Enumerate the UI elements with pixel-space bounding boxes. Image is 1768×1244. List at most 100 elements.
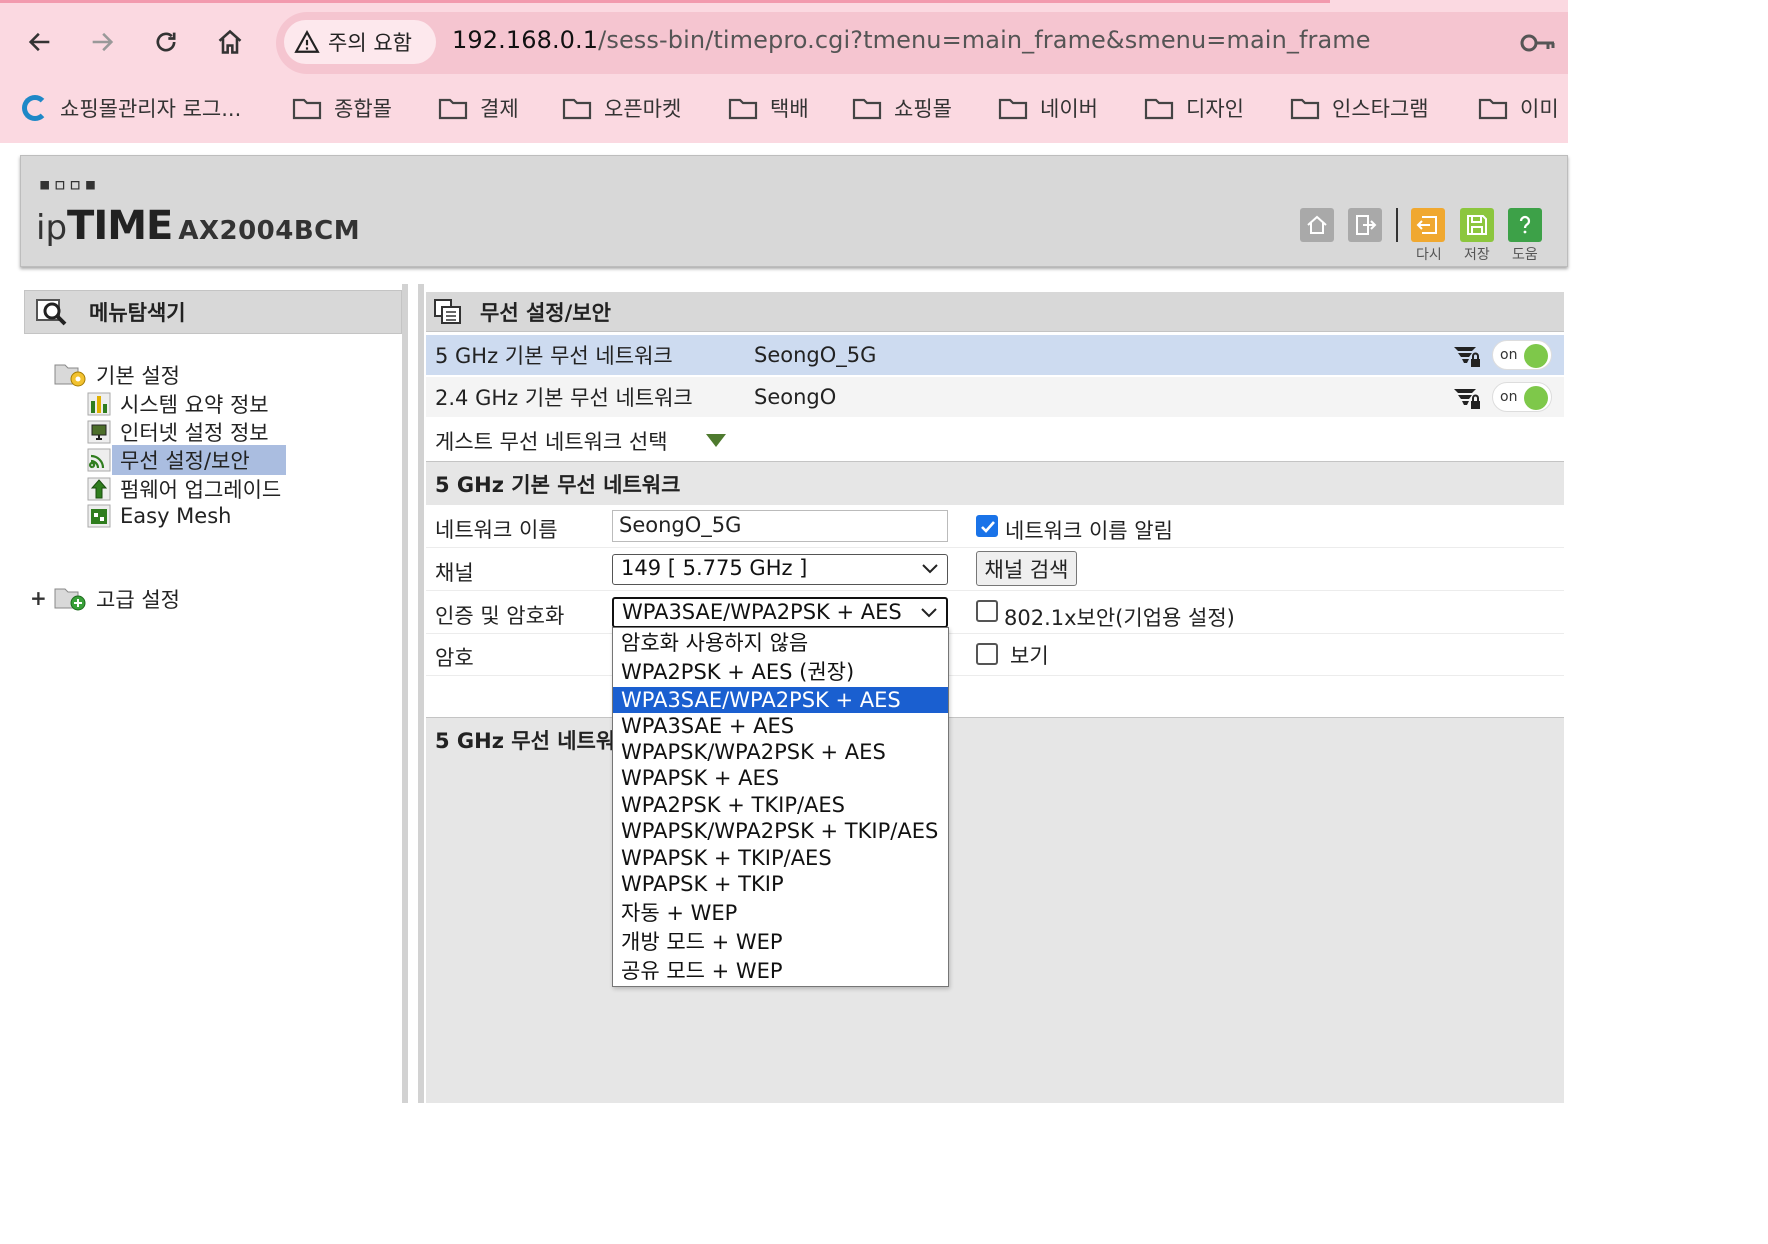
tree-label: 펌웨어 업그레이드 — [120, 478, 282, 502]
tree-label: Easy Mesh — [120, 504, 232, 528]
bookmark-folder[interactable]: 택배 — [728, 86, 809, 130]
bookmark-item[interactable]: 쇼핑몰관리자 로그... — [22, 86, 241, 130]
back-button[interactable] — [16, 18, 64, 66]
menu-title: 메뉴탐색기 — [89, 301, 186, 325]
network-ssid: SeongO — [754, 385, 837, 409]
home-nav-button[interactable] — [1300, 208, 1334, 242]
reload-config-button[interactable] — [1411, 208, 1445, 242]
folder-icon — [998, 98, 1028, 120]
tree-item-system-summary[interactable]: 시스템 요약 정보 — [86, 389, 269, 419]
auth-select[interactable]: WPA3SAE/WPA2PSK + AES — [612, 597, 948, 628]
expand-plus-icon[interactable]: + — [30, 586, 47, 610]
reload-icon — [156, 32, 176, 52]
auth-option[interactable]: WPA2PSK + AES (권장) — [613, 659, 948, 685]
password-label: 암호 — [435, 646, 474, 670]
bookmark-label: 택배 — [770, 97, 809, 121]
folder-plus-icon — [54, 588, 86, 611]
guest-label: 게스트 무선 네트워크 선택 — [435, 430, 668, 454]
auth-option[interactable]: WPAPSK + TKIP — [613, 871, 948, 897]
forward-button[interactable] — [78, 18, 126, 66]
bookmark-label: 오픈마켓 — [604, 97, 682, 121]
network-row-24ghz[interactable]: 2.4 GHz 기본 무선 네트워크 SeongO on — [426, 377, 1564, 417]
header-separator — [1396, 208, 1398, 242]
wifi-icon — [87, 448, 111, 472]
auth-option[interactable]: 공유 모드 + WEP — [613, 958, 948, 984]
tree-basic-settings[interactable]: 기본 설정 — [54, 360, 180, 390]
auth-option[interactable]: 자동 + WEP — [613, 900, 948, 926]
bookmark-folder[interactable]: 인스타그램 — [1290, 86, 1429, 130]
tree-item-easy-mesh[interactable]: Easy Mesh — [86, 503, 231, 529]
auth-option[interactable]: WPAPSK + TKIP/AES — [613, 845, 948, 871]
section-header-5ghz: 5 GHz 기본 무선 네트워크 — [426, 461, 1564, 505]
tree-item-wireless-security[interactable]: 무선 설정/보안 — [86, 445, 286, 475]
enterprise-checkbox[interactable] — [976, 600, 998, 622]
auth-option[interactable]: WPAPSK/WPA2PSK + AES — [613, 739, 948, 765]
logout-button[interactable] — [1348, 208, 1382, 242]
auth-option[interactable]: WPA3SAE + AES — [613, 713, 948, 739]
bookmark-label: 디자인 — [1186, 97, 1244, 121]
auth-option[interactable]: WPAPSK/WPA2PSK + TKIP/AES — [613, 818, 948, 844]
reload-button[interactable] — [142, 18, 190, 66]
auth-option[interactable]: WPA2PSK + TKIP/AES — [613, 792, 948, 818]
folder-icon — [852, 98, 882, 120]
auth-option[interactable]: 암호화 사용하지 않음 — [613, 630, 948, 656]
help-button[interactable] — [1508, 208, 1542, 242]
channel-value: 149 [ 5.775 GHz ] — [621, 556, 808, 580]
bookmark-folder[interactable]: 종합몰 — [292, 86, 392, 130]
bookmark-label: 쇼핑몰 — [894, 97, 952, 121]
network-name-input[interactable]: SeongO_5G — [612, 510, 948, 542]
auth-dropdown-list[interactable]: 암호화 사용하지 않음 WPA2PSK + AES (권장) WPA3SAE/W… — [612, 627, 949, 987]
network-row-5ghz[interactable]: 5 GHz 기본 무선 네트워크 SeongO_5G on — [426, 335, 1564, 375]
triangle-down-icon — [706, 434, 726, 447]
content-filler — [426, 760, 1564, 1103]
floppy-icon — [1467, 215, 1487, 235]
home-icon — [218, 29, 242, 54]
monitor-icon — [87, 420, 111, 444]
brand-dots: ▪▫▫▪ — [38, 172, 99, 197]
network-name: 5 GHz 기본 무선 네트워크 — [435, 344, 673, 368]
broadcast-checkbox[interactable] — [976, 515, 998, 537]
folder-settings-icon — [54, 364, 86, 387]
channel-scan-button[interactable]: 채널 검색 — [976, 551, 1077, 586]
bar-chart-icon — [87, 392, 111, 416]
router-model: AX2004BCM — [178, 216, 361, 246]
checkmark-icon — [981, 521, 995, 533]
auth-option-selected[interactable]: WPA3SAE/WPA2PSK + AES — [613, 687, 948, 713]
bookmark-folder[interactable]: 결제 — [438, 86, 519, 130]
network-toggle[interactable]: on — [1492, 382, 1552, 412]
auth-option[interactable]: WPAPSK + AES — [613, 765, 948, 791]
key-icon[interactable] — [1518, 28, 1558, 58]
security-warning-chip[interactable]: 주의 요함 — [284, 20, 436, 64]
tree-advanced-settings[interactable]: 고급 설정 — [54, 584, 180, 614]
bookmark-folder[interactable]: 네이버 — [998, 86, 1098, 130]
network-toggle[interactable]: on — [1492, 340, 1552, 370]
guest-network-selector[interactable]: 게스트 무선 네트워크 선택 — [426, 420, 1564, 460]
auth-option[interactable]: 개방 모드 + WEP — [613, 929, 948, 955]
bookmark-label: 쇼핑몰관리자 로그... — [60, 97, 242, 121]
bookmark-folder[interactable]: 오픈마켓 — [562, 86, 681, 130]
chevron-down-icon — [921, 608, 937, 618]
home-button[interactable] — [206, 18, 254, 66]
bookmark-folder[interactable]: 디자인 — [1144, 86, 1244, 130]
tree-item-firmware-upgrade[interactable]: 펌웨어 업그레이드 — [86, 474, 281, 504]
folder-icon — [1290, 98, 1320, 120]
save-button[interactable] — [1460, 208, 1494, 242]
folder-icon — [292, 98, 322, 120]
auth-label: 인증 및 암호화 — [435, 604, 565, 628]
brand-time: TIME — [67, 203, 173, 249]
warning-triangle-icon — [294, 30, 320, 53]
mesh-icon — [87, 504, 111, 528]
channel-label: 채널 — [435, 561, 474, 585]
url-text[interactable]: 192.168.0.1/sess-bin/timepro.cgi?tmenu=m… — [452, 26, 1371, 54]
upgrade-arrow-icon — [87, 477, 111, 501]
tree-item-internet-info[interactable]: 인터넷 설정 정보 — [86, 417, 269, 447]
magnifier-icon — [36, 299, 67, 326]
show-password-checkbox[interactable] — [976, 643, 998, 665]
bookmark-folder[interactable]: 쇼핑몰 — [852, 86, 952, 130]
folder-icon — [562, 98, 592, 120]
bookmark-folder[interactable]: 이미 — [1478, 86, 1559, 130]
tab-strip-edge — [0, 0, 1330, 3]
help-icon — [1519, 215, 1531, 234]
channel-select[interactable]: 149 [ 5.775 GHz ] — [612, 554, 948, 585]
url-host: 192.168.0.1 — [452, 26, 599, 54]
